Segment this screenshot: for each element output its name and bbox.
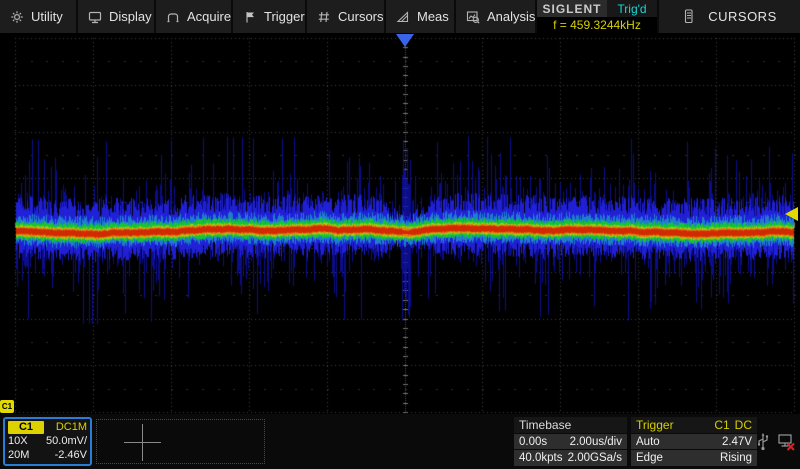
trigger-slope: Rising [720,452,752,465]
timebase-sample-rate: 2.00GSa/s [567,452,622,465]
notepad-icon [685,9,693,24]
trigger-position-marker[interactable] [396,34,414,47]
plus-icon [142,424,143,461]
brand-block: SIGLENT Trig'd f = 459.3244kHz [537,0,659,33]
dialog-title: CURSORS [708,9,777,24]
channel-offset-tag[interactable]: C1 [0,400,14,413]
timebase-scale: 2.00us/div [569,435,622,448]
hash-icon [318,11,329,22]
channel1-probe: 10X [8,434,28,447]
menu-acquire[interactable]: Acquire [156,0,233,33]
menu-display[interactable]: Display [78,0,156,33]
menu-utility-label: Utility [31,9,63,24]
timebase-box[interactable]: Timebase 0.00s 2.00us/div 40.0kpts 2.00G… [514,417,627,467]
monitor-icon [88,11,102,23]
waveform-area: C1 [0,33,800,414]
gear-icon [11,10,23,23]
trigger-type: Edge [636,452,663,465]
slope-triangle-icon [396,10,409,22]
menu-meas-label: Meas [417,9,449,24]
trigger-coupling: DC [734,417,752,432]
menu-cursors[interactable]: Cursors [307,0,386,33]
menu-meas[interactable]: Meas [386,0,456,33]
chart-magnifier-icon [466,10,480,24]
channel1-offset: -2.46V [54,449,87,462]
timebase-title: Timebase [519,417,572,432]
menu-trigger-label: Trigger [264,9,305,24]
menubar: Utility Display Acquire Trigger Cursors … [0,0,800,33]
menu-analysis-label: Analysis [487,9,536,24]
menu-utility[interactable]: Utility [0,0,78,33]
channel1-bandwidth: 20M [8,449,30,462]
menu-acquire-label: Acquire [187,9,232,24]
menu-display-label: Display [109,9,152,24]
menu-trigger[interactable]: Trigger [233,0,307,33]
trigger-title: Trigger [636,417,674,432]
timebase-memory: 40.0kpts [519,452,563,465]
usb-icon [758,433,769,451]
channel1-descriptor-box[interactable]: C1 DC1M 10X 50.0mV/ 20M -2.46V [3,417,92,466]
active-dialog-header[interactable]: CURSORS [659,0,800,33]
timebase-delay: 0.00s [519,435,548,448]
channel1-coupling: DC1M [55,420,87,433]
trigger-box[interactable]: Trigger C1 DC Auto 2.47V Edge Rising [631,417,757,467]
trigger-status-badge: Trig'd [607,0,657,17]
flag-icon [246,11,254,22]
siglent-logo: SIGLENT [537,0,607,17]
oscilloscope-screen: Utility Display Acquire Trigger Cursors … [0,0,800,469]
channel1-name-chip: C1 [8,420,44,434]
statusbar: C1 DC1M 10X 50.0mV/ 20M -2.46V Timebase … [0,414,800,469]
channel1-scale: 50.0mV/ [46,434,87,447]
waveform-display [0,33,800,414]
lan-disconnected-icon [778,434,795,451]
menu-cursors-label: Cursors [338,9,384,24]
trigger-source: C1 [714,417,730,432]
frequency-readout: f = 459.3244kHz [537,17,657,33]
trigger-level: 2.47V [721,435,752,448]
trigger-mode: Auto [636,435,660,448]
arch-icon [167,12,179,22]
menu-analysis[interactable]: Analysis [456,0,537,33]
trigger-level-marker[interactable] [785,207,798,221]
add-channel-slot[interactable] [96,419,265,464]
